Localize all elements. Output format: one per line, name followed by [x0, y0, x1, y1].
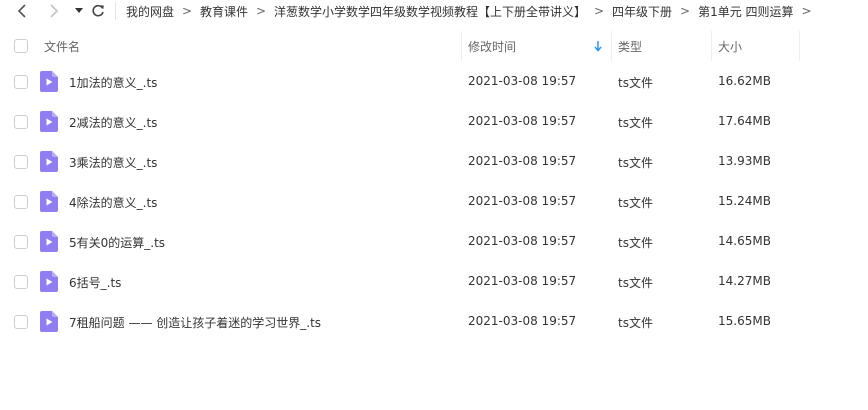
- file-type: ts文件: [618, 156, 653, 170]
- video-file-icon: [40, 271, 58, 292]
- file-table-header: 文件名 修改时间 类型 大小: [0, 31, 868, 61]
- file-name[interactable]: 3乘法的意义_.ts: [69, 154, 157, 171]
- back-button[interactable]: [12, 0, 32, 22]
- breadcrumb-separator: >: [594, 4, 605, 18]
- row-checkbox[interactable]: [14, 115, 28, 129]
- file-modified-time: 2021-03-08 19:57: [468, 234, 577, 248]
- file-modified-time: 2021-03-08 19:57: [468, 74, 577, 88]
- column-divider[interactable]: [461, 31, 462, 61]
- file-size: 15.65MB: [718, 314, 771, 328]
- column-header-name[interactable]: 文件名: [44, 38, 80, 55]
- caret-down-icon: [75, 8, 83, 13]
- file-size: 14.65MB: [718, 234, 771, 248]
- file-type: ts文件: [618, 116, 653, 130]
- file-name[interactable]: 4除法的意义_.ts: [69, 194, 157, 211]
- refresh-button[interactable]: [89, 0, 107, 22]
- row-checkbox[interactable]: [14, 235, 28, 249]
- navigation-bar: 我的网盘 > 教育课件 > 洋葱数学小学数学四年级数学视频教程【上下册全带讲义】…: [0, 0, 868, 22]
- video-file-icon: [40, 151, 58, 172]
- file-type: ts文件: [618, 316, 653, 330]
- breadcrumb-item-root[interactable]: 我的网盘: [126, 3, 174, 20]
- file-type: ts文件: [618, 196, 653, 210]
- file-modified-time: 2021-03-08 19:57: [468, 314, 577, 328]
- breadcrumb-separator: >: [680, 4, 691, 18]
- file-size: 13.93MB: [718, 154, 771, 168]
- column-header-size[interactable]: 大小: [718, 38, 742, 55]
- file-size: 17.64MB: [718, 114, 771, 128]
- row-checkbox[interactable]: [14, 195, 28, 209]
- column-header-type[interactable]: 类型: [618, 38, 642, 55]
- breadcrumb-separator: >: [256, 4, 267, 18]
- breadcrumb-item-courseware[interactable]: 教育课件: [200, 3, 248, 20]
- file-type: ts文件: [618, 236, 653, 250]
- breadcrumb-item-grade[interactable]: 四年级下册: [612, 3, 672, 20]
- file-modified-time: 2021-03-08 19:57: [468, 194, 577, 208]
- file-type: ts文件: [618, 276, 653, 290]
- table-row[interactable]: 5有关0的运算_.ts 2021-03-08 19:57 ts文件 14.65M…: [0, 222, 868, 262]
- file-name[interactable]: 6括号_.ts: [69, 274, 121, 291]
- chevron-left-icon: [17, 4, 26, 18]
- table-row[interactable]: 3乘法的意义_.ts 2021-03-08 19:57 ts文件 13.93MB: [0, 142, 868, 182]
- chevron-right-icon: [50, 4, 59, 18]
- table-row[interactable]: 7租船问题 —— 创造让孩子着迷的学习世界_.ts 2021-03-08 19:…: [0, 302, 868, 342]
- file-size: 15.24MB: [718, 194, 771, 208]
- table-row[interactable]: 1加法的意义_.ts 2021-03-08 19:57 ts文件 16.62MB: [0, 62, 868, 102]
- file-name[interactable]: 7租船问题 —— 创造让孩子着迷的学习世界_.ts: [69, 314, 321, 331]
- video-file-icon: [40, 71, 58, 92]
- breadcrumb: 我的网盘 > 教育课件 > 洋葱数学小学数学四年级数学视频教程【上下册全带讲义】…: [126, 3, 820, 20]
- file-size: 16.62MB: [718, 74, 771, 88]
- select-all-checkbox[interactable]: [14, 39, 28, 53]
- file-name[interactable]: 1加法的意义_.ts: [69, 74, 157, 91]
- breadcrumb-item-course[interactable]: 洋葱数学小学数学四年级数学视频教程【上下册全带讲义】: [274, 3, 586, 20]
- video-file-icon: [40, 311, 58, 332]
- row-checkbox[interactable]: [14, 155, 28, 169]
- forward-button[interactable]: [44, 0, 64, 22]
- video-file-icon: [40, 231, 58, 252]
- column-header-modified[interactable]: 修改时间: [468, 38, 516, 55]
- file-modified-time: 2021-03-08 19:57: [468, 274, 577, 288]
- file-modified-time: 2021-03-08 19:57: [468, 114, 577, 128]
- row-checkbox[interactable]: [14, 315, 28, 329]
- file-name[interactable]: 5有关0的运算_.ts: [69, 234, 165, 251]
- breadcrumb-separator: >: [801, 4, 812, 18]
- file-modified-time: 2021-03-08 19:57: [468, 154, 577, 168]
- breadcrumb-separator: >: [181, 4, 193, 18]
- row-checkbox[interactable]: [14, 275, 28, 289]
- sort-down-arrow-icon[interactable]: [593, 39, 603, 53]
- history-dropdown-button[interactable]: [74, 0, 84, 22]
- file-type: ts文件: [618, 76, 653, 90]
- toolbar-divider: [115, 2, 116, 20]
- video-file-icon: [40, 111, 58, 132]
- table-row[interactable]: 4除法的意义_.ts 2021-03-08 19:57 ts文件 15.24MB: [0, 182, 868, 222]
- column-divider[interactable]: [711, 31, 712, 61]
- breadcrumb-item-unit[interactable]: 第1单元 四则运算: [698, 3, 793, 20]
- row-checkbox[interactable]: [14, 75, 28, 89]
- column-divider[interactable]: [611, 31, 612, 61]
- table-row[interactable]: 2减法的意义_.ts 2021-03-08 19:57 ts文件 17.64MB: [0, 102, 868, 142]
- video-file-icon: [40, 191, 58, 212]
- column-divider[interactable]: [799, 31, 800, 61]
- table-row[interactable]: 6括号_.ts 2021-03-08 19:57 ts文件 14.27MB: [0, 262, 868, 302]
- refresh-icon: [92, 4, 104, 17]
- file-name[interactable]: 2减法的意义_.ts: [69, 114, 157, 131]
- file-size: 14.27MB: [718, 274, 771, 288]
